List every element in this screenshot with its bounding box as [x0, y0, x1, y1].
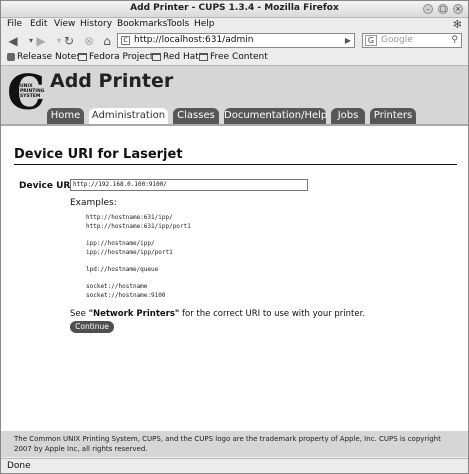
page-favicon: C [121, 36, 130, 45]
tab-classes[interactable]: Classes [173, 108, 219, 124]
throbber-icon: ✻ [452, 18, 462, 31]
menu-file[interactable]: File [7, 19, 22, 29]
bookmarks-toolbar: Release Notes Fedora Project Red Hat Fre… [1, 51, 468, 66]
menu-history[interactable]: History [80, 19, 112, 29]
help-note: See "Network Printers" for the correct U… [70, 309, 365, 319]
search-box[interactable]: G Google ⚲ [362, 33, 462, 48]
cups-footer: The Common UNIX Printing System, CUPS, a… [1, 431, 468, 457]
bookmark-label: Free Content [210, 52, 268, 62]
device-uri-label: Device URI: [19, 181, 78, 191]
menu-bookmarks[interactable]: Bookmarks [117, 19, 167, 29]
bookmark-label: Fedora Project [89, 52, 154, 62]
search-placeholder: Google [381, 35, 413, 45]
menu-view[interactable]: View [54, 19, 75, 29]
minimize-button[interactable]: – [423, 4, 433, 14]
folder-icon [199, 53, 208, 61]
cups-logo: C UNIX PRINTING SYSTEM [7, 66, 46, 121]
section-divider [14, 164, 457, 165]
example-uri: http://hostname:631/ipp/port1 [86, 223, 191, 230]
navigation-toolbar: ◀ ▾ ▶ ▾ ↻ ⊗ ⌂ C http://localhost:631/adm… [1, 32, 468, 50]
tab-administration[interactable]: Administration [89, 108, 168, 124]
tab-jobs[interactable]: Jobs [331, 108, 365, 124]
address-url: http://localhost:631/admin [134, 35, 254, 45]
forward-icon[interactable]: ▶ [33, 33, 49, 49]
page-content: C UNIX PRINTING SYSTEM Add Printer Home … [1, 66, 468, 457]
browser-window: Add Printer - CUPS 1.3.4 - Mozilla Firef… [0, 0, 469, 474]
maximize-button[interactable]: □ [438, 4, 448, 14]
tab-printers[interactable]: Printers [370, 108, 416, 124]
go-icon[interactable]: ▶ [345, 34, 351, 47]
example-uri: ipp://hostname/ipp/ [86, 240, 155, 247]
continue-button[interactable]: Continue [70, 321, 114, 333]
menu-help[interactable]: Help [194, 19, 215, 29]
examples-label: Examples: [70, 198, 117, 208]
example-uri: http://hostname:631/ipp/ [86, 214, 173, 221]
window-title: Add Printer - CUPS 1.3.4 - Mozilla Firef… [130, 3, 339, 13]
menu-tools[interactable]: Tools [167, 19, 189, 29]
menu-edit[interactable]: Edit [30, 19, 47, 29]
help-note-suffix: for the correct URI to use with your pri… [179, 309, 366, 319]
cups-header: C UNIX PRINTING SYSTEM Add Printer Home … [1, 66, 468, 124]
example-uri: ipp://hostname/ipp/port1 [86, 249, 173, 256]
menu-bar: File Edit View History Bookmarks Tools H… [1, 18, 468, 32]
status-text: Done [7, 461, 31, 471]
home-icon[interactable]: ⌂ [99, 33, 115, 49]
footer-text: The Common UNIX Printing System, CUPS, a… [14, 435, 441, 453]
header-divider [1, 124, 468, 126]
title-bar: Add Printer - CUPS 1.3.4 - Mozilla Firef… [1, 1, 468, 18]
search-engine-icon[interactable]: G [365, 35, 377, 46]
bookmark-fedora-project[interactable]: Fedora Project [78, 52, 153, 62]
logo-text: UNIX PRINTING SYSTEM [20, 84, 45, 99]
folder-icon [78, 53, 87, 61]
address-bar[interactable]: C http://localhost:631/admin ▶ [117, 33, 355, 48]
example-uri: socket://hostname [86, 283, 148, 290]
example-uri: socket://hostname:9100 [86, 292, 166, 299]
section-title: Device URI for Laserjet [14, 147, 183, 162]
bookmark-label: Red Hat [163, 52, 199, 62]
status-bar: Done [1, 458, 468, 474]
bookmark-release-notes[interactable]: Release Notes [7, 52, 81, 62]
folder-icon [152, 53, 161, 61]
tab-documentation-help[interactable]: Documentation/Help [224, 108, 327, 124]
back-icon[interactable]: ◀ [5, 33, 21, 49]
bookmark-red-hat[interactable]: Red Hat [152, 52, 199, 62]
rss-icon [7, 53, 15, 61]
bookmark-label: Release Notes [17, 52, 82, 62]
reload-icon[interactable]: ↻ [61, 33, 77, 49]
stop-icon[interactable]: ⊗ [81, 33, 97, 49]
network-printers-link[interactable]: "Network Printers" [89, 309, 180, 319]
tab-home[interactable]: Home [47, 108, 84, 124]
device-uri-input[interactable]: http://192.168.0.100:9100/ [70, 179, 308, 191]
bookmark-free-content[interactable]: Free Content [199, 52, 268, 62]
close-button[interactable]: × [453, 4, 463, 14]
example-uri: lpd://hostname/queue [86, 266, 159, 273]
help-note-prefix: See [70, 309, 89, 319]
search-icon[interactable]: ⚲ [451, 34, 458, 47]
page-title: Add Printer [50, 70, 174, 92]
